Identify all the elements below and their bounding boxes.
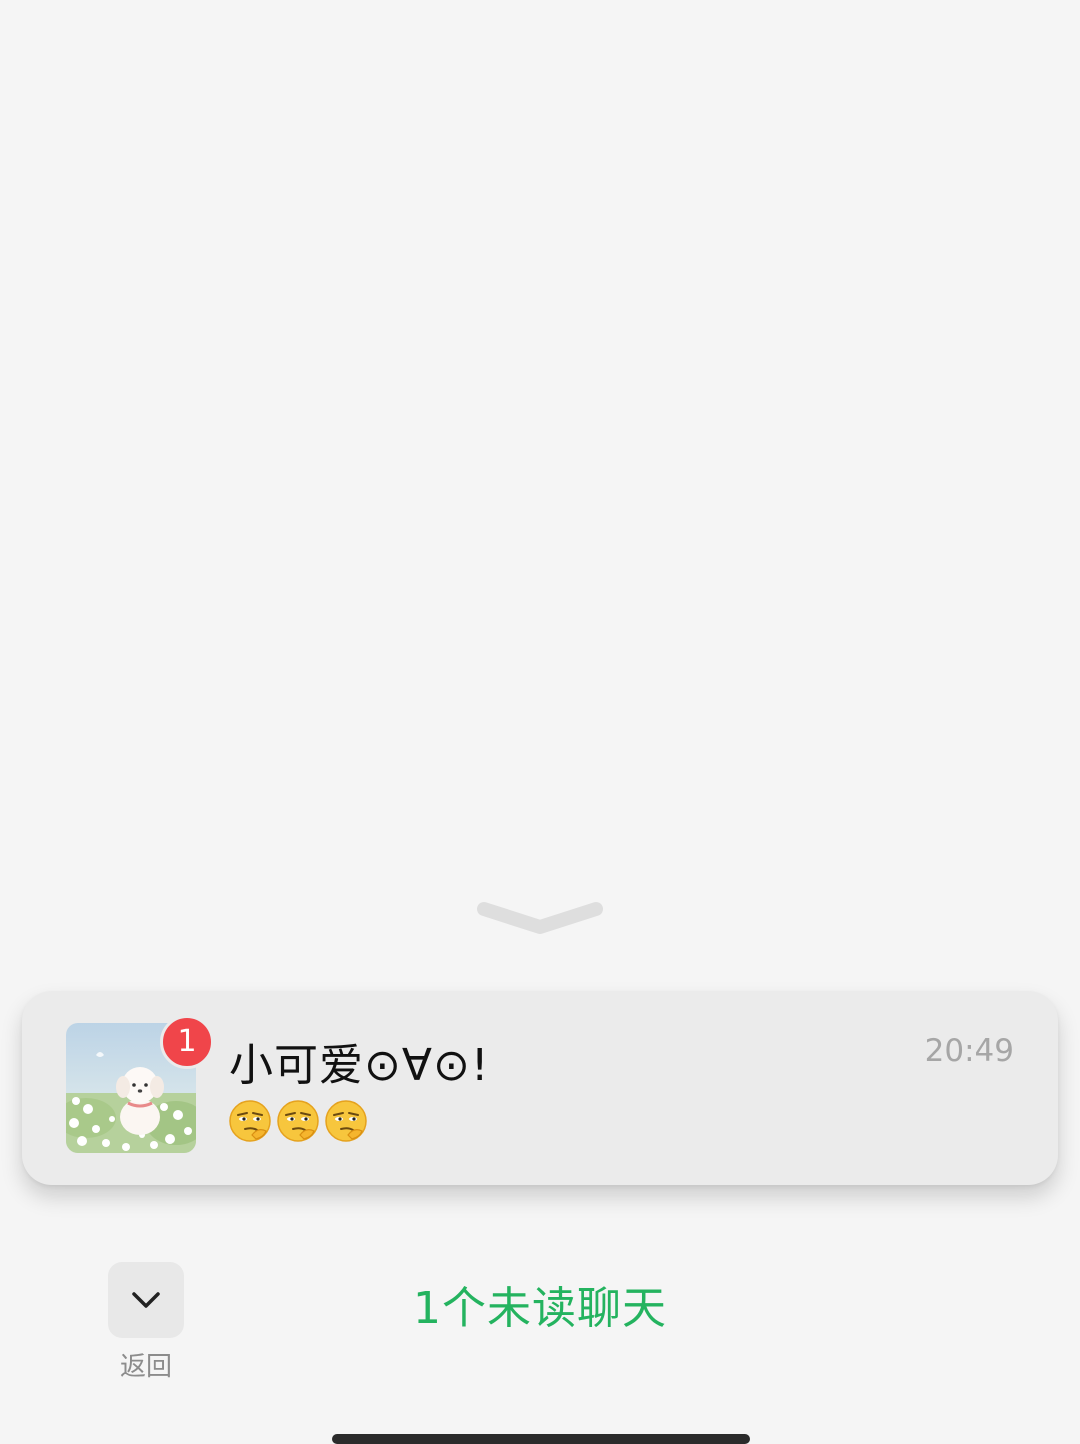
unread-count-badge: 1 (160, 1015, 214, 1069)
home-indicator[interactable] (332, 1434, 750, 1444)
unread-summary-text[interactable]: 1个未读聊天 (340, 1272, 740, 1336)
smirk-emoji-icon (325, 1100, 367, 1142)
chat-time: 20:49 (924, 1033, 1014, 1069)
back-label: 返回 (119, 1352, 172, 1382)
smirk-emoji-icon (229, 1100, 271, 1142)
chevron-down-icon (132, 1292, 160, 1308)
chat-name: 小可爱⊙∀⊙! (229, 1040, 490, 1091)
pull-handle-chevron-icon[interactable] (476, 895, 604, 939)
back-button[interactable] (108, 1262, 184, 1338)
smirk-emoji-icon (277, 1100, 319, 1142)
chat-list-item[interactable]: 1 小可爱⊙∀⊙! 20:49 (22, 991, 1058, 1185)
message-preview (226, 1097, 370, 1145)
